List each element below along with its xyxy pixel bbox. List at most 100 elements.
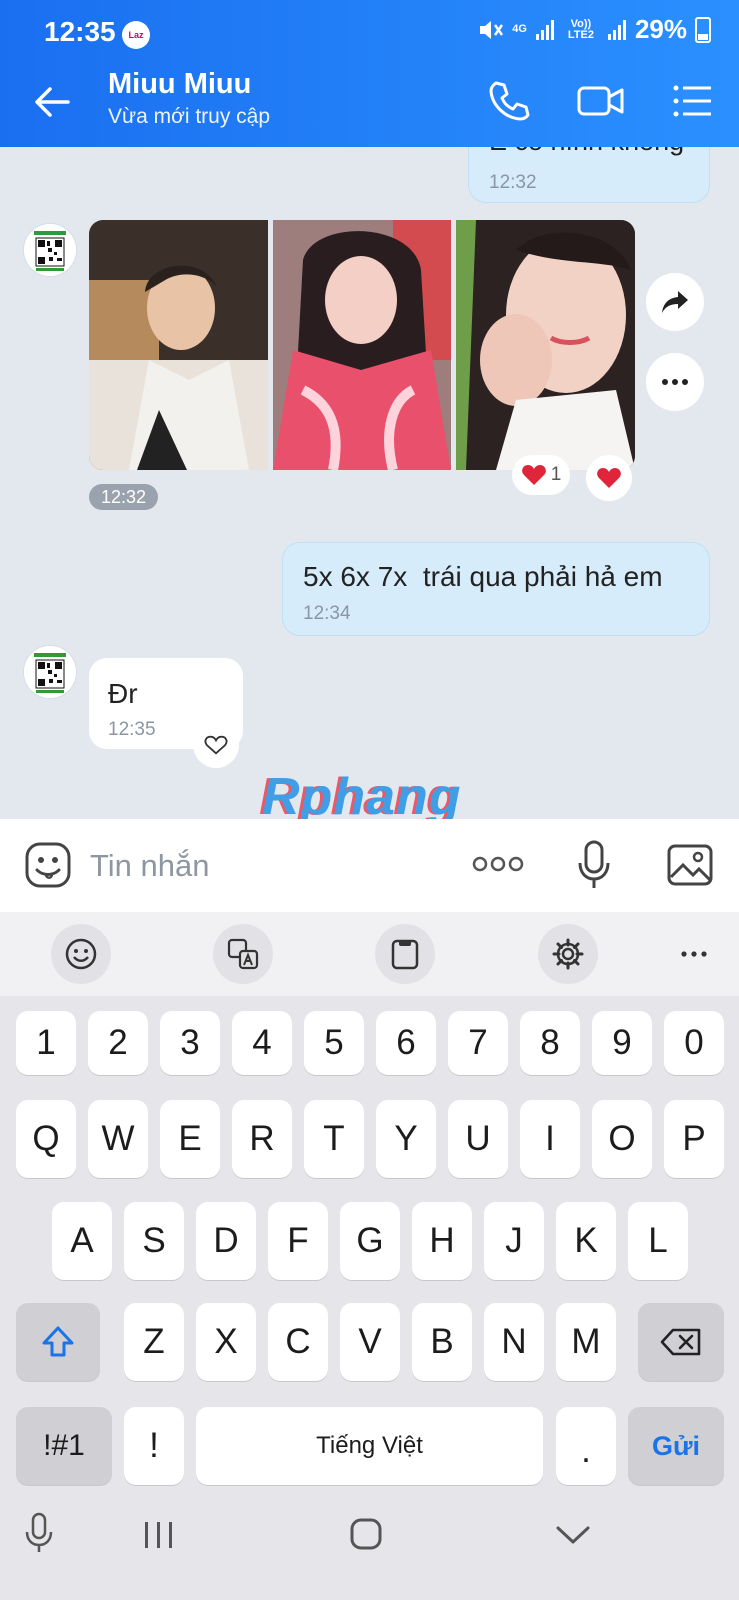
gear-icon — [552, 938, 584, 970]
photo-time-chip: 12:32 — [89, 484, 159, 510]
clipboard-button[interactable] — [375, 924, 435, 984]
outgoing-message[interactable]: 5x 6x 7x trái qua phải hả em 12:34 — [282, 542, 710, 636]
key-p[interactable]: P — [664, 1100, 724, 1178]
key-w[interactable]: W — [88, 1100, 148, 1178]
key-a[interactable]: A — [52, 1202, 112, 1280]
system-navigation-bar — [0, 1486, 739, 1600]
menu-list-icon[interactable] — [670, 78, 716, 124]
keyboard: 1 2 3 4 5 6 7 8 9 0 Q W E R T Y U I O P … — [0, 996, 739, 1486]
volte-label: Vo)) LTE2 — [567, 17, 594, 41]
message-list[interactable]: E có hình không 12:32 — [0, 147, 739, 819]
recent-apps-icon[interactable] — [142, 1520, 176, 1550]
key-i[interactable]: I — [520, 1100, 580, 1178]
key-0[interactable]: 0 — [664, 1011, 724, 1075]
home-icon[interactable] — [349, 1517, 383, 1551]
key-3[interactable]: 3 — [160, 1011, 220, 1075]
microphone-icon[interactable] — [576, 839, 612, 891]
key-4[interactable]: 4 — [232, 1011, 292, 1075]
key-5[interactable]: 5 — [304, 1011, 364, 1075]
video-call-icon[interactable] — [576, 78, 626, 124]
react-heart-button[interactable] — [193, 722, 239, 768]
key-b[interactable]: B — [412, 1303, 472, 1381]
more-dots-icon — [662, 379, 688, 385]
keyboard-settings-button[interactable] — [538, 924, 598, 984]
key-q[interactable]: Q — [16, 1100, 76, 1178]
message-text: Đr — [108, 678, 138, 709]
key-y[interactable]: Y — [376, 1100, 436, 1178]
keyboard-toolbar — [0, 912, 739, 996]
contact-name: Miuu Miuu — [108, 68, 252, 100]
key-j[interactable]: J — [484, 1202, 544, 1280]
backspace-icon — [660, 1328, 701, 1356]
key-r[interactable]: R — [232, 1100, 292, 1178]
phone-call-icon[interactable] — [486, 78, 532, 124]
status-time: 12:35 — [44, 16, 116, 47]
voice-input-icon[interactable] — [24, 1512, 54, 1554]
more-options-button[interactable] — [646, 353, 704, 411]
key-t[interactable]: T — [304, 1100, 364, 1178]
key-z[interactable]: Z — [124, 1303, 184, 1381]
key-f[interactable]: F — [268, 1202, 328, 1280]
chat-title-block[interactable]: Miuu Miuu Vừa mới truy cập — [108, 68, 270, 129]
shift-key[interactable] — [16, 1303, 100, 1381]
message-time: 12:32 — [489, 172, 537, 193]
key-1[interactable]: 1 — [16, 1011, 76, 1075]
share-forward-button[interactable] — [646, 273, 704, 331]
key-v[interactable]: V — [340, 1303, 400, 1381]
more-actions-icon[interactable] — [472, 855, 524, 873]
key-6[interactable]: 6 — [376, 1011, 436, 1075]
battery-percent: 29% — [634, 14, 687, 44]
key-g[interactable]: G — [340, 1202, 400, 1280]
message-input[interactable]: Tin nhắn — [90, 848, 210, 884]
exclamation-key[interactable]: ! — [124, 1407, 184, 1485]
my-reaction-heart[interactable] — [586, 455, 632, 501]
message-time: 12:35 — [108, 719, 156, 740]
back-arrow-icon[interactable] — [30, 80, 74, 124]
key-k[interactable]: K — [556, 1202, 616, 1280]
key-2[interactable]: 2 — [88, 1011, 148, 1075]
key-l[interactable]: L — [628, 1202, 688, 1280]
key-s[interactable]: S — [124, 1202, 184, 1280]
key-n[interactable]: N — [484, 1303, 544, 1381]
network-type: 4G — [512, 23, 527, 35]
toolbar-more-icon[interactable] — [680, 950, 708, 958]
photo-1[interactable] — [89, 220, 268, 470]
smiley-icon — [65, 938, 97, 970]
photo-2[interactable] — [273, 220, 451, 470]
sticker-face-icon[interactable] — [24, 841, 72, 889]
key-o[interactable]: O — [592, 1100, 652, 1178]
photo-3[interactable] — [456, 220, 635, 470]
key-x[interactable]: X — [196, 1303, 256, 1381]
period-key[interactable]: . — [556, 1407, 616, 1485]
space-key[interactable]: Tiếng Việt — [196, 1407, 543, 1485]
photo-2-image — [273, 220, 451, 470]
symbols-key[interactable]: !#1 — [16, 1407, 112, 1485]
key-9[interactable]: 9 — [592, 1011, 652, 1075]
translate-button[interactable] — [213, 924, 273, 984]
hide-keyboard-chevron-icon[interactable] — [555, 1524, 591, 1546]
qr-code-avatar-image — [24, 224, 76, 276]
translate-icon — [227, 938, 259, 970]
contact-avatar[interactable] — [23, 645, 77, 699]
lazada-notification-icon: Laz — [122, 21, 150, 49]
outgoing-message-previous[interactable]: E có hình không 12:32 — [468, 147, 710, 203]
reaction-summary[interactable]: 1 — [512, 455, 570, 495]
key-e[interactable]: E — [160, 1100, 220, 1178]
key-h[interactable]: H — [412, 1202, 472, 1280]
qr-code-avatar-image — [24, 646, 76, 698]
watermark: Rphang — [262, 768, 462, 819]
contact-avatar[interactable] — [23, 223, 77, 277]
emoji-button[interactable] — [51, 924, 111, 984]
backspace-key[interactable] — [638, 1303, 724, 1381]
key-8[interactable]: 8 — [520, 1011, 580, 1075]
image-gallery-icon[interactable] — [666, 843, 714, 887]
battery-icon — [695, 16, 711, 43]
key-u[interactable]: U — [448, 1100, 508, 1178]
key-7[interactable]: 7 — [448, 1011, 508, 1075]
clipboard-icon — [391, 939, 419, 970]
photo-1-image — [89, 220, 268, 470]
key-d[interactable]: D — [196, 1202, 256, 1280]
send-key[interactable]: Gửi — [628, 1407, 724, 1485]
key-m[interactable]: M — [556, 1303, 616, 1381]
key-c[interactable]: C — [268, 1303, 328, 1381]
